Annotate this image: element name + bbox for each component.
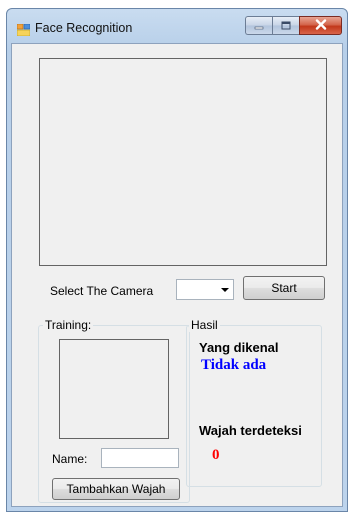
recognized-label: Yang dikenal [199, 340, 279, 355]
name-label: Name: [52, 452, 88, 466]
start-button[interactable]: Start [243, 276, 325, 300]
main-window: Face Recognition Select The Camera Start… [6, 8, 348, 512]
minimize-button[interactable] [245, 16, 272, 35]
select-camera-label: Select The Camera [50, 284, 154, 298]
camera-preview [39, 58, 327, 266]
window-title: Face Recognition [35, 21, 133, 35]
training-face-preview [59, 339, 169, 439]
chevron-down-icon [221, 288, 229, 292]
close-button[interactable] [299, 16, 342, 35]
client-area: Select The Camera Start Training: Name: … [11, 43, 343, 507]
recognized-value: Tidak ada [201, 357, 267, 373]
training-group: Training: Name: Tambahkan Wajah [38, 318, 190, 503]
result-group: Hasil Yang dikenal Tidak ada Wajah terde… [186, 318, 322, 487]
caption-buttons [245, 16, 342, 36]
title-bar[interactable]: Face Recognition [7, 9, 347, 45]
result-legend: Hasil [189, 318, 220, 332]
maximize-icon [281, 17, 291, 35]
form-icon [16, 23, 31, 37]
detected-label: Wajah terdeteksi [199, 423, 302, 438]
minimize-icon [254, 17, 264, 35]
camera-select[interactable] [176, 279, 234, 300]
maximize-button[interactable] [272, 16, 299, 35]
close-icon [315, 17, 327, 35]
add-face-button[interactable]: Tambahkan Wajah [52, 478, 180, 500]
training-legend: Training: [43, 318, 94, 332]
detected-count: 0 [212, 447, 220, 463]
name-field[interactable] [101, 448, 179, 468]
